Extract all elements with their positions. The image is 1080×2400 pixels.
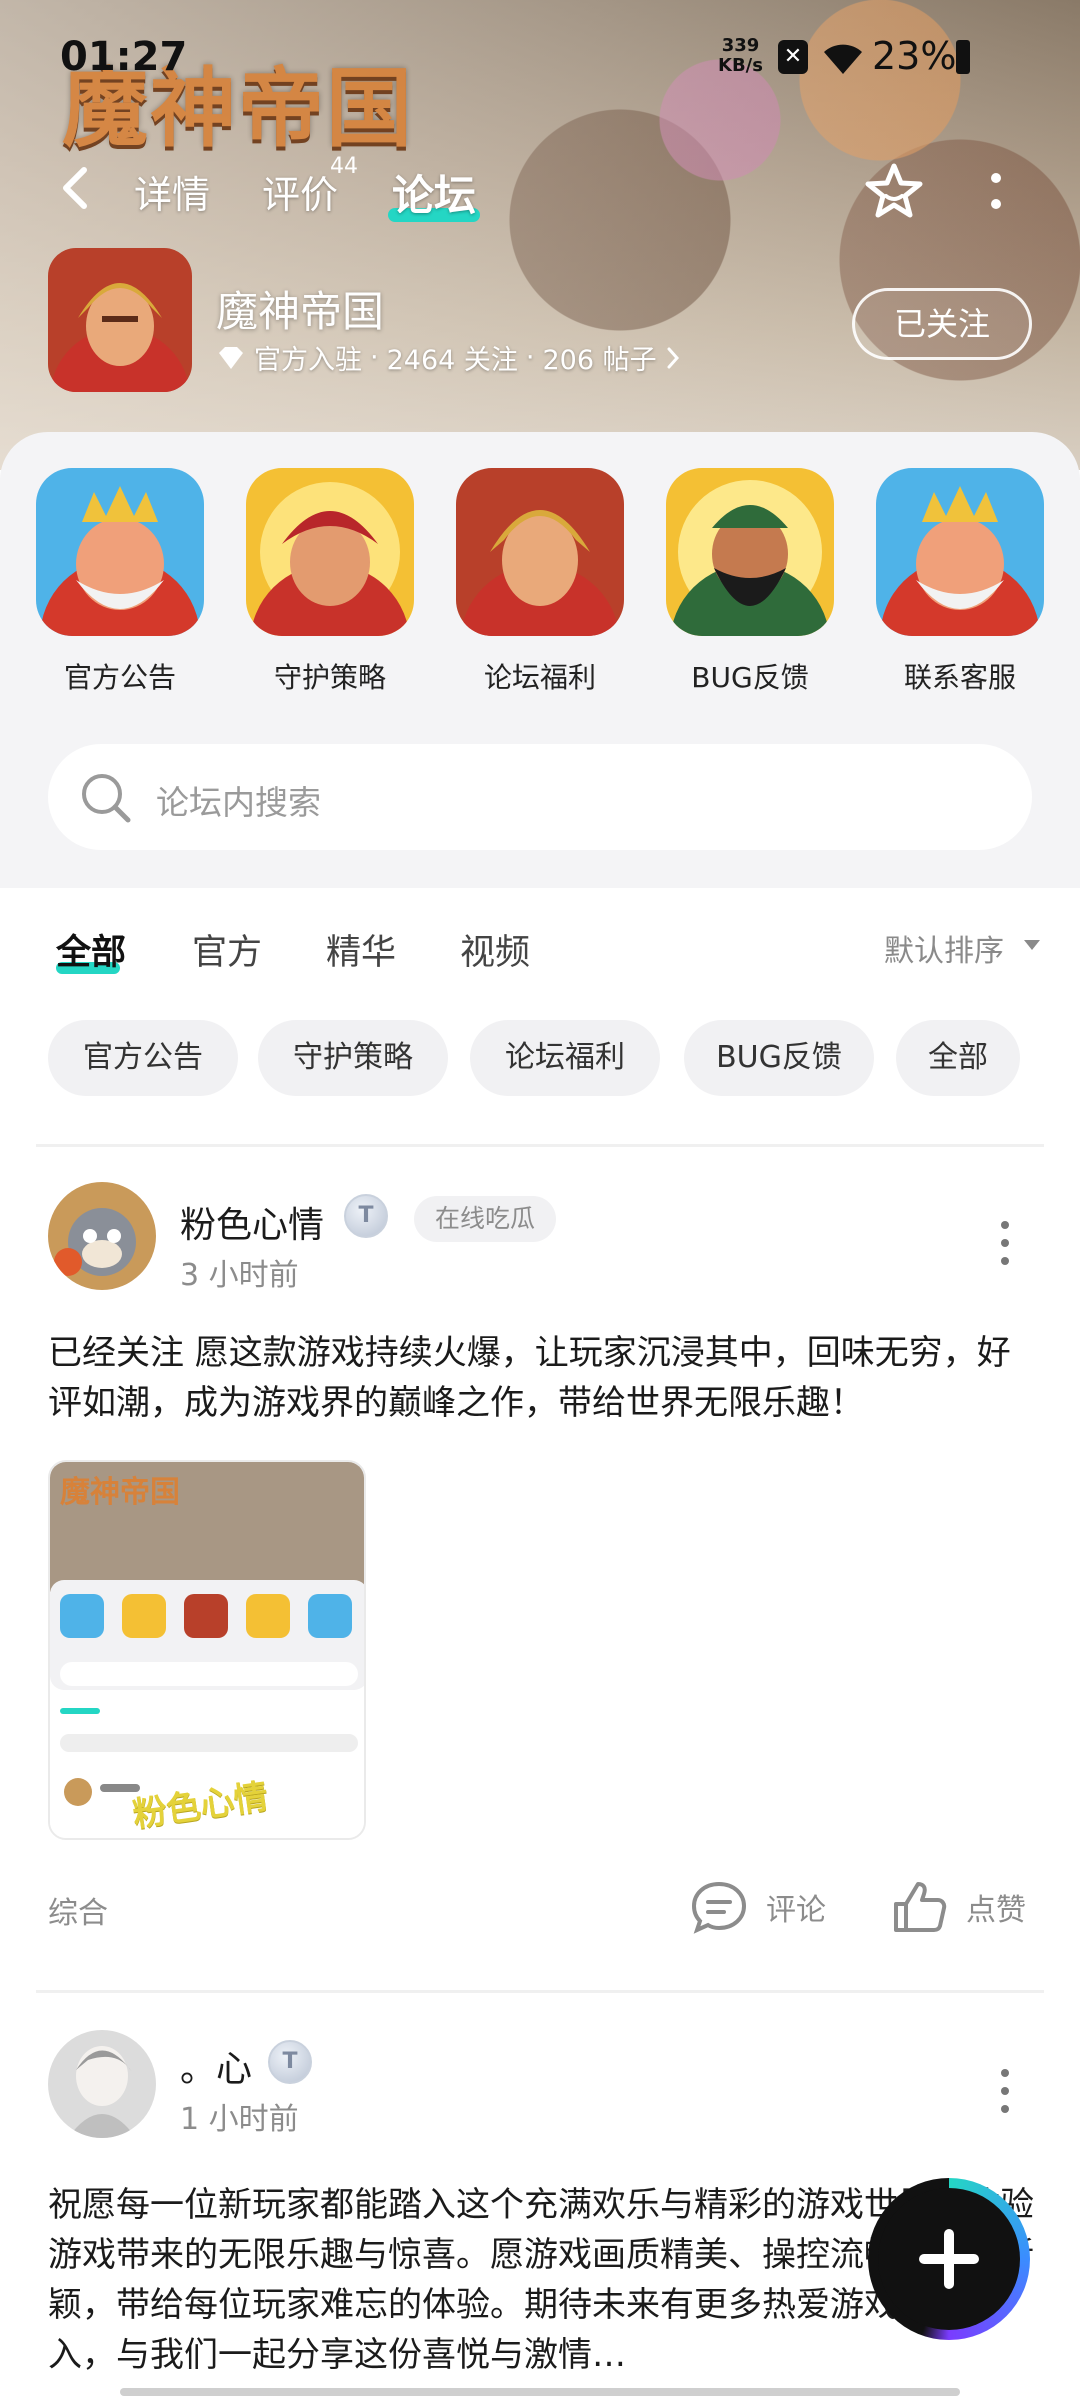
king-avatar-icon (36, 468, 204, 636)
filter-tab-video[interactable]: 视频 (460, 924, 530, 975)
shortcut-label: 官方公告 (63, 661, 176, 694)
like-label: 点赞 (966, 1893, 1026, 1928)
post-image[interactable]: 魔神帝国 粉色心情 (48, 1460, 366, 1840)
back-arrow-icon[interactable] (56, 166, 100, 210)
post-text[interactable]: 已经关注 愿这款游戏持续火爆，让玩家沉浸其中，回味无穷，好评如潮，成为游戏界的巅… (48, 1328, 1038, 1428)
user-tag: 在线吃瓜 (414, 1196, 556, 1242)
warrior-red-icon (48, 248, 192, 392)
section-divider (36, 1990, 1044, 1993)
filter-tab-official[interactable]: 官方 (192, 924, 262, 975)
shortcut-label: BUG反馈 (691, 661, 809, 694)
filter-tab-featured[interactable]: 精华 (326, 924, 396, 975)
battery-icon (956, 40, 970, 74)
king-avatar-icon (876, 468, 1044, 636)
shortcut-grid: 官方公告 守护策略 论坛福利 BUG反馈 联系客服 (36, 468, 1046, 708)
tab-details[interactable]: 详情 (134, 164, 210, 219)
top-navbar: 详情 评价 44 论坛 (0, 150, 1080, 240)
shortcut-label: 联系客服 (903, 661, 1016, 694)
search-placeholder: 论坛内搜索 (156, 783, 321, 822)
chip-strategy[interactable]: 守护策略 (258, 1020, 448, 1096)
favorite-star-icon[interactable] (862, 160, 926, 224)
shortcut-customer-service[interactable]: 联系客服 (876, 468, 1044, 696)
meta-separator: · (370, 342, 379, 373)
game-name: 魔神帝国 (216, 287, 385, 336)
posts-count: 206 帖子 (542, 345, 657, 376)
shortcut-welfare[interactable]: 论坛福利 (456, 468, 624, 696)
more-options-icon[interactable] (984, 164, 1008, 220)
home-indicator[interactable] (120, 2388, 960, 2396)
warrior-red-icon (456, 468, 624, 636)
filter-tab-all[interactable]: 全部 (56, 924, 126, 975)
post-username[interactable]: 。心 (180, 2040, 252, 2092)
chip-all[interactable]: 全部 (896, 1020, 1020, 1096)
plus-icon (878, 2188, 1020, 2330)
status-bar: 01:27 339 KB/s ✕ 23% (0, 0, 1080, 110)
network-speed-value: 339 (721, 35, 760, 56)
user-level-badge: T (268, 2040, 312, 2084)
search-icon (82, 774, 131, 823)
game-info: 魔神帝国 官方入驻 · 2464 关注 · 206 帖子 已关注 (0, 248, 1080, 398)
post-more-icon[interactable] (998, 1218, 1012, 1268)
warrior-avatar-icon (246, 468, 414, 636)
shortcut-official-notice[interactable]: 官方公告 (36, 468, 204, 696)
avatar[interactable] (48, 2030, 156, 2138)
game-app-icon[interactable] (48, 248, 192, 392)
svg-text:魔神帝国: 魔神帝国 (60, 1475, 180, 1510)
sort-dropdown[interactable]: 默认排序 (884, 926, 1004, 970)
status-time: 01:27 (60, 34, 188, 80)
official-label: 官方入驻 (254, 345, 362, 376)
shortcut-label: 论坛福利 (483, 661, 596, 694)
forum-search-bar[interactable]: 论坛内搜索 (48, 744, 1032, 850)
chip-official-notice[interactable]: 官方公告 (48, 1020, 238, 1096)
followers-count: 2464 关注 (386, 345, 518, 376)
like-button[interactable]: 点赞 (892, 1880, 1026, 1934)
official-diamond-icon (219, 346, 243, 369)
category-chips: 官方公告 守护策略 论坛福利 BUG反馈 全部 (48, 1020, 1048, 1096)
section-divider (36, 1144, 1044, 1147)
post-more-icon[interactable] (998, 2066, 1012, 2116)
post-time: 3 小时前 (180, 1258, 299, 1293)
caret-down-icon (1024, 940, 1040, 950)
post-time: 1 小时前 (180, 2102, 299, 2137)
comment-icon (691, 1881, 747, 1934)
post-username[interactable]: 粉色心情 (180, 1196, 324, 1248)
shortcut-strategy[interactable]: 守护策略 (246, 468, 414, 696)
filter-tabs: 全部 官方 精华 视频 默认排序 (0, 888, 1080, 998)
comment-label: 评论 (766, 1893, 826, 1928)
shortcut-panel: 官方公告 守护策略 论坛福利 BUG反馈 联系客服 论坛内搜索 (0, 432, 1080, 888)
chip-bug-report[interactable]: BUG反馈 (684, 1020, 874, 1096)
meta-separator: · (525, 342, 535, 373)
network-speed: 339 KB/s (718, 36, 763, 76)
chevron-right-icon (667, 347, 679, 368)
game-meta[interactable]: 官方入驻 · 2464 关注 · 206 帖子 (216, 338, 681, 377)
sim-off-icon: ✕ (778, 40, 808, 74)
avatar[interactable] (48, 1182, 156, 1290)
shortcut-label: 守护策略 (273, 661, 386, 694)
network-speed-unit: KB/s (718, 55, 763, 76)
chip-welfare[interactable]: 论坛福利 (470, 1020, 660, 1096)
shortcut-bug-report[interactable]: BUG反馈 (666, 468, 834, 696)
post-category[interactable]: 综合 (48, 1888, 108, 1932)
follow-button[interactable]: 已关注 (852, 288, 1032, 360)
thumbs-up-icon (894, 1882, 947, 1932)
create-post-button[interactable] (868, 2178, 1030, 2340)
tab-forum[interactable]: 论坛 (392, 162, 476, 223)
reviews-count-badge: 44 (330, 154, 358, 179)
comment-button[interactable]: 评论 (690, 1880, 826, 1934)
wifi-icon (824, 44, 862, 74)
tab-reviews[interactable]: 评价 (262, 164, 338, 219)
battery-percent: 23% (872, 34, 957, 78)
user-level-badge: T (344, 1194, 388, 1238)
bearded-general-icon (666, 468, 834, 636)
